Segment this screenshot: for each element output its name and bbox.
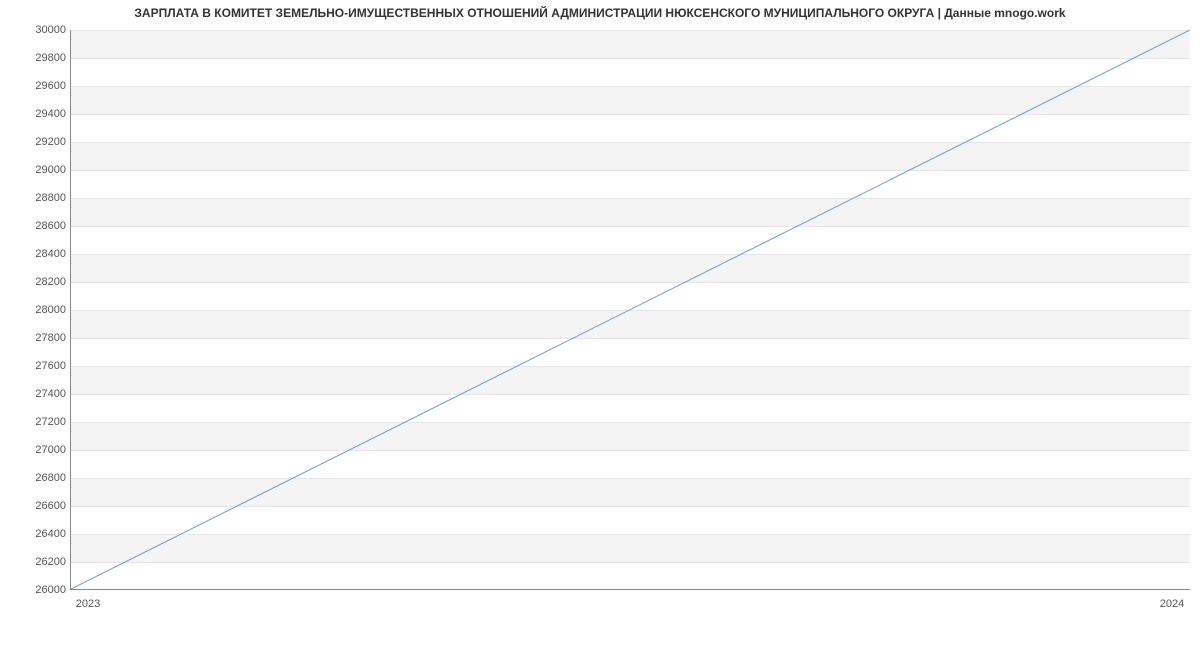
y-tick-label: 27400 (6, 388, 66, 400)
y-tick-label: 28600 (6, 220, 66, 232)
y-tick-label: 29200 (6, 136, 66, 148)
y-tick-label: 26000 (6, 584, 66, 596)
y-tick-label: 28400 (6, 248, 66, 260)
y-tick-label: 28200 (6, 276, 66, 288)
y-tick-label: 28000 (6, 304, 66, 316)
y-tick-label: 27800 (6, 332, 66, 344)
x-tick-label: 2023 (76, 598, 100, 610)
chart-series-line (71, 30, 1190, 589)
chart-title: ЗАРПЛАТА В КОМИТЕТ ЗЕМЕЛЬНО-ИМУЩЕСТВЕННЫ… (0, 6, 1200, 20)
y-tick-label: 26400 (6, 528, 66, 540)
y-tick-label: 29400 (6, 108, 66, 120)
y-tick-label: 29000 (6, 164, 66, 176)
y-tick-label: 29800 (6, 52, 66, 64)
y-tick-label: 28800 (6, 192, 66, 204)
y-tick-label: 27600 (6, 360, 66, 372)
x-tick-label: 2024 (1160, 598, 1184, 610)
y-tick-label: 30000 (6, 24, 66, 36)
plot-area (70, 30, 1190, 590)
y-tick-label: 27200 (6, 416, 66, 428)
y-tick-label: 26800 (6, 472, 66, 484)
y-tick-label: 26200 (6, 556, 66, 568)
y-tick-label: 27000 (6, 444, 66, 456)
y-tick-label: 26600 (6, 500, 66, 512)
y-tick-label: 29600 (6, 80, 66, 92)
chart-container: ЗАРПЛАТА В КОМИТЕТ ЗЕМЕЛЬНО-ИМУЩЕСТВЕННЫ… (0, 0, 1200, 620)
chart-line-layer (71, 30, 1190, 589)
